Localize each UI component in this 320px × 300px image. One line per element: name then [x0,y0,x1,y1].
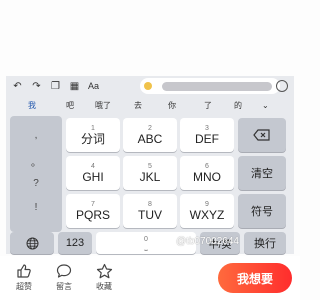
key-label: DEF [195,131,219,146]
key-8[interactable]: 8 TUV [123,194,177,228]
settings-icon[interactable] [276,80,288,92]
candidate-item[interactable]: 的 [234,100,242,111]
candidate-item[interactable]: 吧 [66,100,74,111]
keyboard: , 。 ? ! 1 分词 2 ABC 3 DEF 4 GHI 5 JKL 6 M… [6,114,294,254]
symbol-key[interactable]: 符号 [238,194,286,228]
key-5[interactable]: 5 JKL [123,156,177,190]
key-label: 分词 [80,131,105,146]
like-button[interactable]: 超赞 [10,262,38,292]
watermark: @tb07002644 [176,236,239,247]
key-label: JKL [139,169,161,184]
key-label: ABC [137,131,163,146]
like-label: 超赞 [16,282,32,291]
key-4[interactable]: 4 GHI [66,156,120,190]
globe-key[interactable] [10,232,54,254]
punct-key[interactable]: , [10,130,62,141]
assistant-icon [144,82,152,90]
bottom-action-bar: 超赞 留言 收藏 我想要 [0,256,300,300]
key-2[interactable]: 2 ABC [123,118,177,152]
backspace-icon [253,129,270,141]
undo-icon[interactable]: ↶ [10,79,25,94]
key-number: 0 [144,235,148,243]
redo-icon[interactable]: ↷ [29,79,44,94]
key-1[interactable]: 1 分词 [66,118,120,152]
favorite-label: 收藏 [96,282,112,291]
punctuation-column[interactable]: , 。 ? ! [10,116,62,232]
want-button[interactable]: 我想要 [218,263,292,293]
candidate-item[interactable]: 去 [134,100,142,111]
chat-bubble-icon [56,262,72,280]
candidate-item[interactable]: 你 [168,100,176,111]
mode-123-key[interactable]: 123 [58,232,92,254]
thumbs-up-icon [16,262,32,280]
comment-label: 留言 [56,282,72,291]
candidate-item[interactable]: 哦了 [95,100,111,111]
punct-key[interactable]: ! [10,202,62,213]
key-7[interactable]: 7 PQRS [66,194,120,228]
space-icon: ⎵ [144,243,148,251]
keyboard-toolbar: ↶ ↷ ❐ ▦ Aa [6,76,294,96]
search-placeholder [162,81,272,91]
delete-key[interactable] [238,118,286,152]
key-label: PQRS [75,207,110,222]
key-9[interactable]: 9 WXYZ [180,194,234,228]
key-3[interactable]: 3 DEF [180,118,234,152]
candidate-bar: 我 吧 哦了 去 你 了 的 ⌄ [6,96,294,114]
key-label: GHI [82,169,104,184]
favorite-button[interactable]: 收藏 [90,262,118,292]
clear-key[interactable]: 清空 [238,156,286,190]
font-button[interactable]: Aa [88,81,99,91]
candidate-item[interactable]: 了 [204,100,212,111]
punct-key[interactable]: ? [10,178,62,189]
comment-button[interactable]: 留言 [50,262,78,292]
key-label: MNO [193,169,221,184]
globe-icon [26,237,38,249]
collapse-icon[interactable]: ⌄ [262,101,269,110]
clipboard-icon[interactable]: ❐ [48,79,63,94]
content-area [0,0,300,76]
toolbar-search[interactable] [140,78,280,94]
key-label: WXYZ [189,207,225,222]
candidate-item[interactable]: 我 [28,100,36,111]
grid-icon[interactable]: ▦ [67,79,82,94]
enter-key[interactable]: 换行 [244,232,286,254]
key-label: TUV [138,207,162,222]
key-6[interactable]: 6 MNO [180,156,234,190]
punct-key[interactable]: 。 [10,154,62,169]
star-icon [96,262,113,280]
